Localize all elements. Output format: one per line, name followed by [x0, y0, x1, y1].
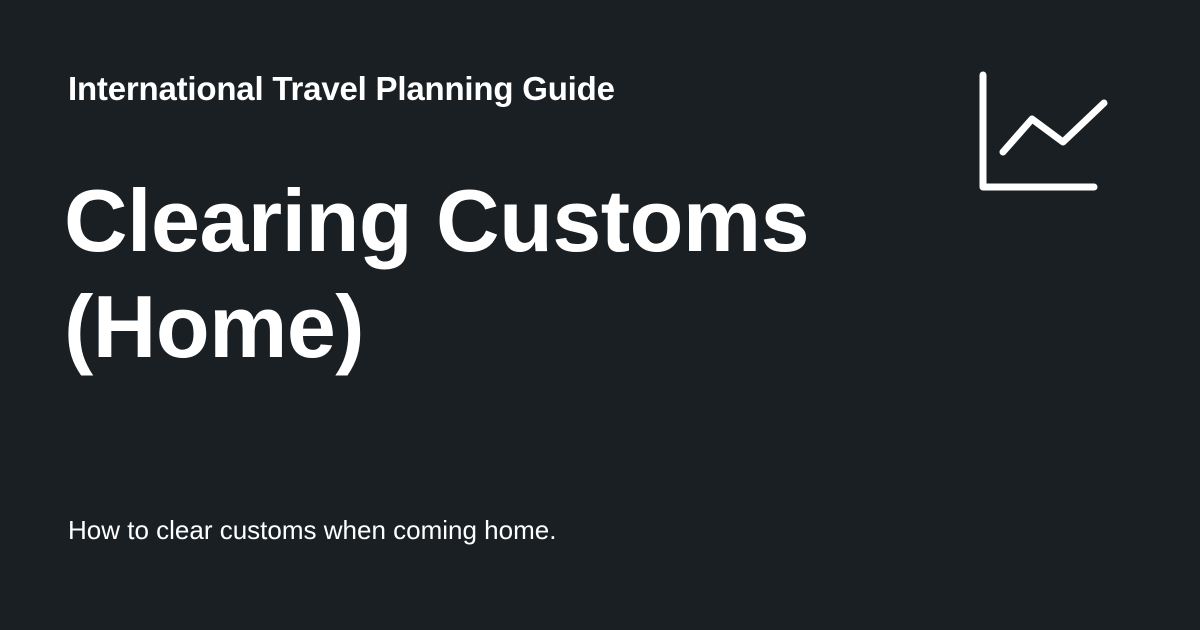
- site-name: International Travel Planning Guide: [68, 70, 615, 107]
- page-description: How to clear customs when coming home.: [68, 515, 557, 545]
- social-preview-card: International Travel Planning Guide Clea…: [0, 0, 1200, 630]
- line-chart-icon: [979, 71, 1108, 191]
- page-title: Clearing Customs (Home): [64, 171, 810, 376]
